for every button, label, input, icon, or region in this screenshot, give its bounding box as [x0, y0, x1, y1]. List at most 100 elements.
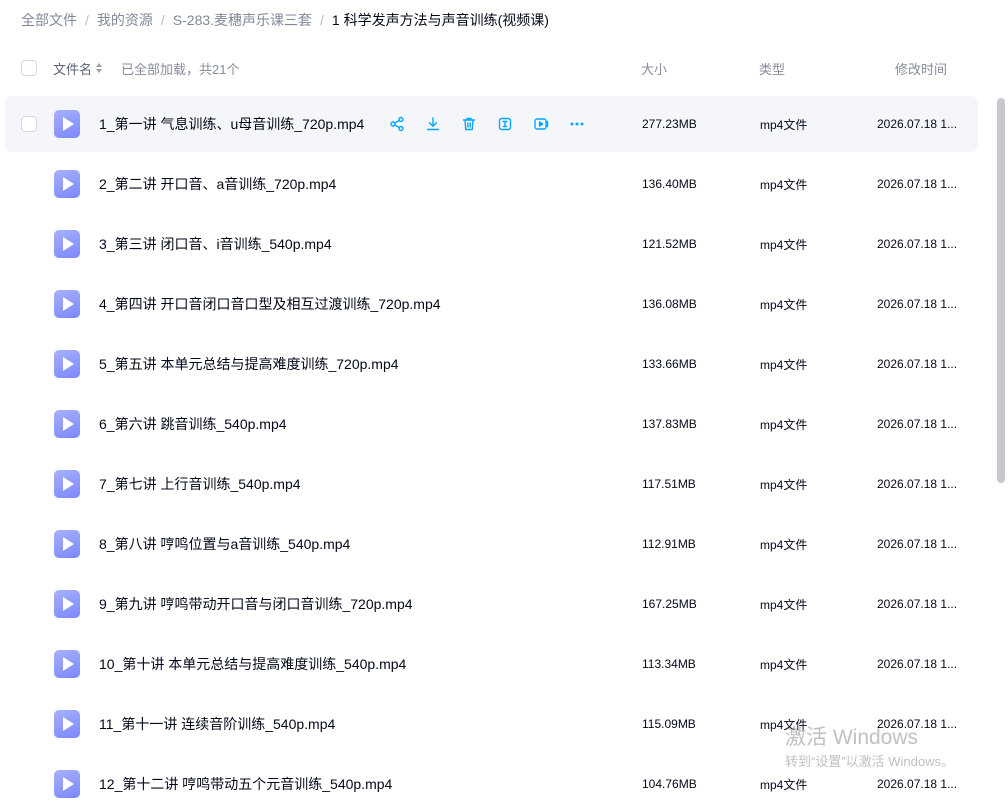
sort-by-name-button[interactable]: 文件名	[53, 48, 103, 88]
file-row[interactable]: 9_第九讲 哼鸣带动开口音与闭口音训练_720p.mp4 167.25MB mp4文…	[5, 576, 978, 632]
file-row[interactable]: 10_第十讲 本单元总结与提高难度训练_540p.mp4 113.34MB mp4文…	[5, 636, 978, 692]
file-name[interactable]: 5_第五讲 本单元总结与提高难度训练_720p.mp4	[99, 336, 399, 392]
video-file-icon	[54, 470, 80, 498]
file-row[interactable]: 7_第七讲 上行音训练_540p.mp4 117.51MB mp4文件 2026.07…	[5, 456, 978, 512]
play-icon	[533, 116, 549, 132]
breadcrumb-separator: /	[160, 12, 165, 28]
file-size: 136.08MB	[642, 297, 697, 311]
row-checkbox[interactable]	[21, 116, 37, 132]
file-name[interactable]: 8_第八讲 哼鸣位置与a音训练_540p.mp4	[99, 516, 350, 572]
file-row[interactable]: 5_第五讲 本单元总结与提高难度训练_720p.mp4 133.66MB mp4文件…	[5, 336, 978, 392]
file-name[interactable]: 2_第二讲 开口音、a音训练_720p.mp4	[99, 156, 336, 212]
file-size: 117.51MB	[642, 477, 696, 491]
file-type: mp4文件	[760, 777, 808, 792]
file-modified-time: 2026.07.18 1...	[877, 237, 958, 251]
file-name[interactable]: 9_第九讲 哼鸣带动开口音与闭口音训练_720p.mp4	[99, 576, 413, 632]
loaded-count-text: 已全部加载，共21个	[121, 61, 240, 77]
share-button[interactable]	[379, 108, 415, 140]
file-modified-time: 2026.07.18 1...	[877, 777, 958, 791]
file-type: mp4文件	[760, 117, 808, 132]
file-name[interactable]: 3_第三讲 闭口音、i音训练_540p.mp4	[99, 216, 332, 272]
download-icon	[425, 116, 441, 132]
video-file-icon	[54, 590, 80, 618]
file-name[interactable]: 10_第十讲 本单元总结与提高难度训练_540p.mp4	[99, 636, 406, 692]
file-type: mp4文件	[760, 657, 808, 672]
file-name[interactable]: 11_第十一讲 连续音阶训练_540p.mp4	[99, 696, 335, 752]
file-modified-time: 2026.07.18 1...	[877, 657, 958, 671]
file-name[interactable]: 7_第七讲 上行音训练_540p.mp4	[99, 456, 301, 512]
rename-button[interactable]	[487, 108, 523, 140]
file-modified-time: 2026.07.18 1...	[877, 717, 958, 731]
file-row[interactable]: 4_第四讲 开口音闭口音口型及相互过渡训练_720p.mp4 136.08MB mp…	[5, 276, 978, 332]
file-row[interactable]: 3_第三讲 闭口音、i音训练_540p.mp4 121.52MB mp4文件 2026…	[5, 216, 978, 272]
file-type: mp4文件	[760, 717, 808, 732]
file-type: mp4文件	[760, 177, 808, 192]
more-button[interactable]	[559, 108, 595, 140]
scrollbar-thumb[interactable]	[997, 98, 1005, 483]
file-size: 113.34MB	[642, 657, 696, 671]
file-modified-time: 2026.07.18 1...	[877, 297, 958, 311]
row-actions	[379, 108, 595, 140]
file-size: 137.83MB	[642, 417, 697, 431]
file-type: mp4文件	[760, 597, 808, 612]
file-type: mp4文件	[760, 477, 808, 492]
file-size: 104.76MB	[642, 777, 697, 791]
video-file-icon	[54, 170, 80, 198]
column-modified-label[interactable]: 修改时间	[895, 48, 947, 88]
file-size: 277.23MB	[642, 117, 697, 131]
select-all-checkbox[interactable]	[21, 60, 37, 76]
video-file-icon	[54, 530, 80, 558]
file-row[interactable]: 1_第一讲 气息训练、u母音训练_720p.mp4 277.23MB mp4文件 20…	[5, 96, 978, 152]
file-type: mp4文件	[760, 237, 808, 252]
file-row[interactable]: 8_第八讲 哼鸣位置与a音训练_540p.mp4 112.91MB mp4文件 202…	[5, 516, 978, 572]
column-name-label: 文件名	[53, 61, 93, 77]
file-name[interactable]: 12_第十二讲 哼鸣带动五个元音训练_540p.mp4	[99, 756, 392, 801]
file-list-header: 文件名 已全部加载，共21个 大小 类型 修改时间	[0, 48, 1008, 88]
video-file-icon	[54, 410, 80, 438]
video-file-icon	[54, 770, 80, 798]
file-modified-time: 2026.07.18 1...	[877, 177, 958, 191]
file-row[interactable]: 12_第十二讲 哼鸣带动五个元音训练_540p.mp4 104.76MB mp4文件…	[5, 756, 978, 801]
file-size: 121.52MB	[642, 237, 697, 251]
delete-button[interactable]	[451, 108, 487, 140]
rename-icon	[497, 116, 513, 132]
video-file-icon	[54, 230, 80, 258]
file-row[interactable]: 2_第二讲 开口音、a音训练_720p.mp4 136.40MB mp4文件 2026…	[5, 156, 978, 212]
file-name[interactable]: 6_第六讲 跳音训练_540p.mp4	[99, 396, 287, 452]
file-modified-time: 2026.07.18 1...	[877, 417, 958, 431]
play-button[interactable]	[523, 108, 559, 140]
delete-icon	[461, 116, 477, 132]
file-size: 115.09MB	[642, 717, 696, 731]
video-file-icon	[54, 350, 80, 378]
file-type: mp4文件	[760, 357, 808, 372]
file-modified-time: 2026.07.18 1...	[877, 357, 958, 371]
video-file-icon	[54, 650, 80, 678]
file-name[interactable]: 1_第一讲 气息训练、u母音训练_720p.mp4	[99, 96, 364, 152]
file-size: 136.40MB	[642, 177, 697, 191]
breadcrumb-separator: /	[320, 12, 324, 28]
breadcrumb-all-files[interactable]: 全部文件	[21, 10, 77, 30]
file-type: mp4文件	[760, 417, 808, 432]
file-row[interactable]: 11_第十一讲 连续音阶训练_540p.mp4 115.09MB mp4文件 2026…	[5, 696, 978, 752]
file-row[interactable]: 6_第六讲 跳音训练_540p.mp4 137.83MB mp4文件 2026.07.…	[5, 396, 978, 452]
video-file-icon	[54, 710, 80, 738]
file-modified-time: 2026.07.18 1...	[877, 477, 958, 491]
breadcrumb-my-resources[interactable]: 我的资源	[97, 10, 153, 30]
download-button[interactable]	[415, 108, 451, 140]
file-name[interactable]: 4_第四讲 开口音闭口音口型及相互过渡训练_720p.mp4	[99, 276, 441, 332]
sort-icon	[96, 62, 103, 74]
file-size: 112.91MB	[642, 537, 696, 551]
column-type-label[interactable]: 类型	[759, 48, 785, 88]
column-size-label[interactable]: 大小	[641, 48, 667, 88]
file-type: mp4文件	[760, 537, 808, 552]
select-all-checkbox-wrap[interactable]	[21, 48, 37, 88]
video-file-icon	[54, 290, 80, 318]
breadcrumb-parent-folder[interactable]: S-283.麦穗声乐课三套	[173, 10, 312, 30]
share-icon	[389, 116, 405, 132]
breadcrumb: 全部文件 / 我的资源 / S-283.麦穗声乐课三套 / 1 科学发声方法与声…	[21, 10, 549, 30]
file-modified-time: 2026.07.18 1...	[877, 537, 958, 551]
breadcrumb-separator: /	[85, 12, 89, 28]
more-icon	[569, 116, 585, 132]
breadcrumb-current-folder: 1 科学发声方法与声音训练(视频课)	[331, 12, 549, 28]
video-file-icon	[54, 110, 80, 138]
